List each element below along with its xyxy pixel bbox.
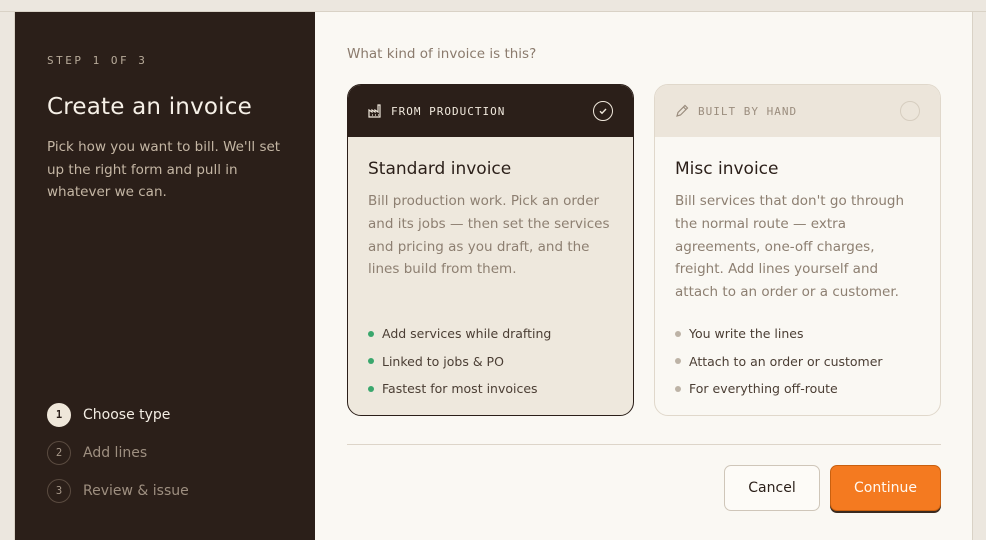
radio-icon <box>900 101 920 121</box>
bullet-dot <box>675 385 681 392</box>
sidebar: STEP 1 OF 3 Create an invoice Pick how y… <box>15 12 315 540</box>
card-header: BUILT BY HAND <box>655 85 940 137</box>
bullet-dot <box>675 358 681 365</box>
card-title: Standard invoice <box>368 159 512 179</box>
card-tag: FROM PRODUCTION <box>391 104 506 118</box>
bullet-text: You write the lines <box>689 326 804 342</box>
feature-list: You write the lines Attach to an order o… <box>675 320 883 403</box>
check-circle-icon <box>593 101 613 121</box>
step-choose-type: 1 Choose type <box>47 403 189 427</box>
misc-invoice-card[interactable]: BUILT BY HAND Misc invoice Bill services… <box>654 84 941 416</box>
step-add-lines: 2 Add lines <box>47 441 189 465</box>
step-review-issue: 3 Review & issue <box>47 479 189 503</box>
page-title: Create an invoice <box>47 94 252 120</box>
page-subtitle: Pick how you want to bill. We'll set up … <box>47 139 281 200</box>
list-item: For everything off-route <box>675 375 883 403</box>
factory-icon <box>368 104 382 118</box>
feature-list: Add services while drafting Linked to jo… <box>368 320 551 403</box>
step-number: 2 <box>47 441 71 465</box>
bullet-text: Fastest for most invoices <box>382 381 538 397</box>
standard-invoice-card[interactable]: FROM PRODUCTION Standard invoice Bill pr… <box>347 84 634 416</box>
bullet-text: Linked to jobs & PO <box>382 353 504 369</box>
bullet-text: Attach to an order or customer <box>689 353 883 369</box>
step-label: Review & issue <box>83 483 189 499</box>
bullet-dot <box>368 358 374 365</box>
bullet-text: For everything off-route <box>689 381 838 397</box>
pencil-icon <box>675 104 689 118</box>
list-item: Attach to an order or customer <box>675 348 883 376</box>
list-item: Fastest for most invoices <box>368 375 551 403</box>
card-description: Bill production work. Pick an order and … <box>368 193 610 278</box>
invoice-type-question: What kind of invoice is this? <box>347 46 537 62</box>
list-item: Linked to jobs & PO <box>368 348 551 376</box>
footer-divider <box>347 444 941 445</box>
cancel-button[interactable]: Cancel <box>724 465 820 511</box>
step-label: Choose type <box>83 407 171 423</box>
bullet-dot <box>368 330 374 337</box>
card-description: Bill services that don't go through the … <box>675 193 905 301</box>
step-label: Add lines <box>83 445 148 461</box>
stepper: 1 Choose type 2 Add lines 3 Review & iss… <box>47 403 189 517</box>
step-number: 1 <box>47 403 71 427</box>
card-title: Misc invoice <box>675 159 779 179</box>
card-tag: BUILT BY HAND <box>698 104 798 118</box>
bullet-dot <box>675 330 681 337</box>
card-header: FROM PRODUCTION <box>348 85 633 137</box>
list-item: Add services while drafting <box>368 320 551 348</box>
step-number: 3 <box>47 479 71 503</box>
step-indicator: STEP 1 OF 3 <box>47 54 148 67</box>
continue-button[interactable]: Continue <box>830 465 941 511</box>
list-item: You write the lines <box>675 320 883 348</box>
bullet-dot <box>368 385 374 392</box>
bullet-text: Add services while drafting <box>382 326 552 342</box>
create-invoice-dialog: STEP 1 OF 3 Create an invoice Pick how y… <box>14 12 973 540</box>
